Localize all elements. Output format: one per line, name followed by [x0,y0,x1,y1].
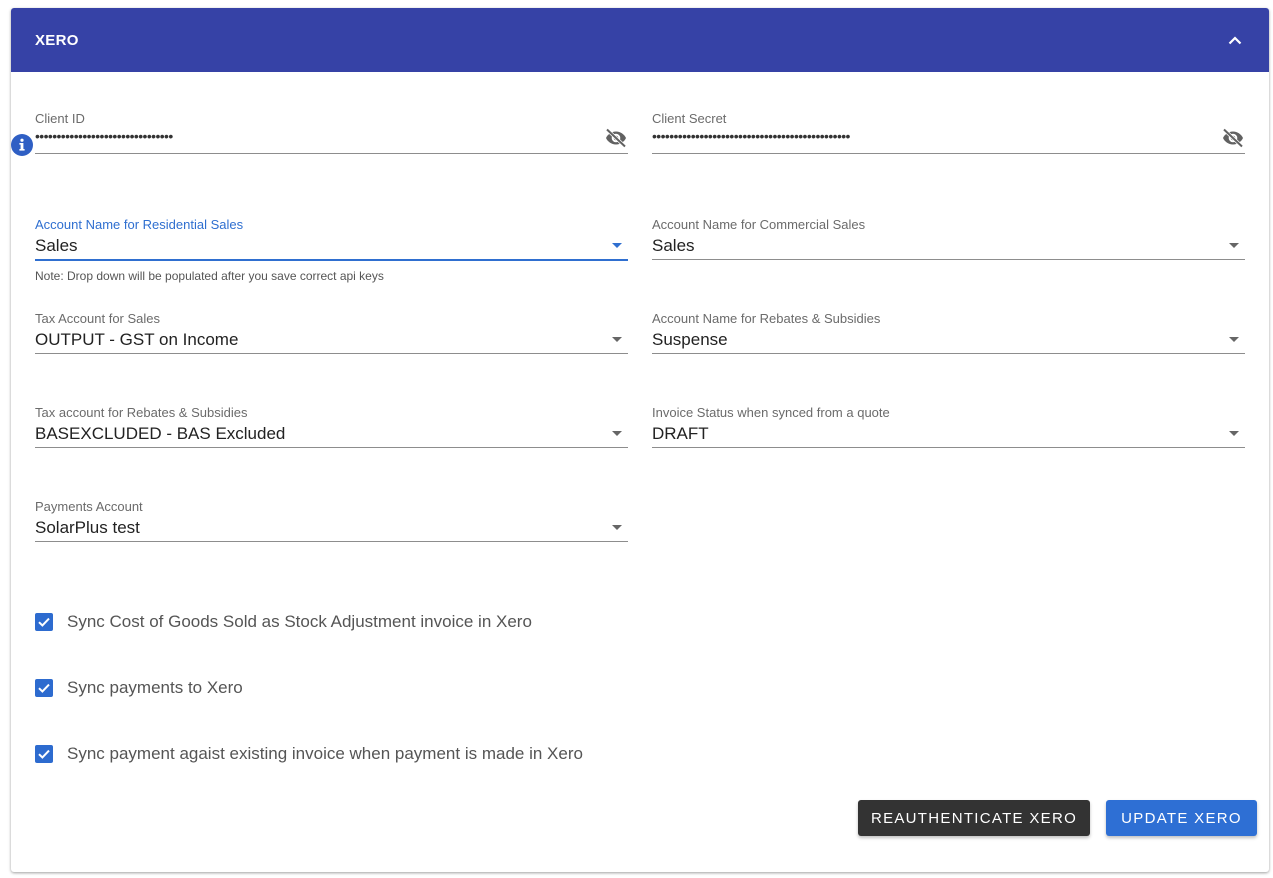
invoice-status-underline [652,447,1245,448]
commercial-sales-label: Account Name for Commercial Sales [652,217,866,232]
caret-down-icon[interactable] [1229,243,1239,248]
sync-payments-label: Sync payments to Xero [67,678,243,697]
commercial-sales-value[interactable]: Sales [652,236,695,256]
caret-down-icon[interactable] [612,243,622,248]
chevron-up-icon[interactable] [1225,30,1245,50]
sync-cogs-checkbox-row[interactable]: Sync Cost of Goods Sold as Stock Adjustm… [35,612,532,632]
residential-sales-underline [35,259,628,261]
sync-cogs-label: Sync Cost of Goods Sold as Stock Adjustm… [67,612,532,631]
payments-account-value[interactable]: SolarPlus test [35,518,140,538]
rebates-account-label: Account Name for Rebates & Subsidies [652,311,881,326]
tax-rebates-underline [35,447,628,448]
check-icon [38,683,50,693]
sync-cogs-checkbox[interactable] [35,613,53,631]
eye-off-icon[interactable] [1221,126,1245,150]
sync-existing-invoice-label: Sync payment agaist existing invoice whe… [67,744,583,763]
tax-sales-value[interactable]: OUTPUT - GST on Income [35,330,238,350]
caret-down-icon[interactable] [612,431,622,436]
invoice-status-label: Invoice Status when synced from a quote [652,405,890,420]
eye-off-icon[interactable] [604,126,628,150]
client-secret-input[interactable]: ••••••••••••••••••••••••••••••••••••••••… [652,128,850,144]
residential-sales-label: Account Name for Residential Sales [35,217,244,232]
reauthenticate-xero-button[interactable]: REAUTHENTICATE XERO [858,800,1090,836]
commercial-sales-underline [652,259,1245,260]
client-id-input[interactable]: •••••••••••••••••••••••••••••••• [35,128,173,144]
sync-existing-invoice-checkbox-row[interactable]: Sync payment agaist existing invoice whe… [35,744,583,764]
tax-rebates-value[interactable]: BASEXCLUDED - BAS Excluded [35,424,285,444]
info-icon[interactable] [11,134,33,156]
residential-sales-value[interactable]: Sales [35,236,78,256]
tax-rebates-label: Tax account for Rebates & Subsidies [35,405,248,420]
payments-account-underline [35,541,628,542]
payments-account-label: Payments Account [35,499,143,514]
caret-down-icon[interactable] [612,337,622,342]
rebates-account-underline [652,353,1245,354]
check-icon [38,749,50,759]
panel-title: XERO [35,31,79,49]
tax-sales-label: Tax Account for Sales [35,311,161,326]
client-id-label: Client ID [35,111,85,126]
sync-payments-checkbox[interactable] [35,679,53,697]
sync-payments-checkbox-row[interactable]: Sync payments to Xero [35,678,243,698]
client-secret-underline [652,153,1245,154]
caret-down-icon[interactable] [612,525,622,530]
tax-sales-underline [35,353,628,354]
invoice-status-value[interactable]: DRAFT [652,424,709,444]
client-id-underline [35,153,628,154]
check-icon [38,617,50,627]
sync-existing-invoice-checkbox[interactable] [35,745,53,763]
caret-down-icon[interactable] [1229,337,1239,342]
dropdown-note: Note: Drop down will be populated after … [35,269,384,283]
rebates-account-value[interactable]: Suspense [652,330,728,350]
client-secret-label: Client Secret [652,111,727,126]
panel-header[interactable]: XERO [11,8,1269,72]
caret-down-icon[interactable] [1229,431,1239,436]
update-xero-button[interactable]: UPDATE XERO [1106,800,1257,836]
